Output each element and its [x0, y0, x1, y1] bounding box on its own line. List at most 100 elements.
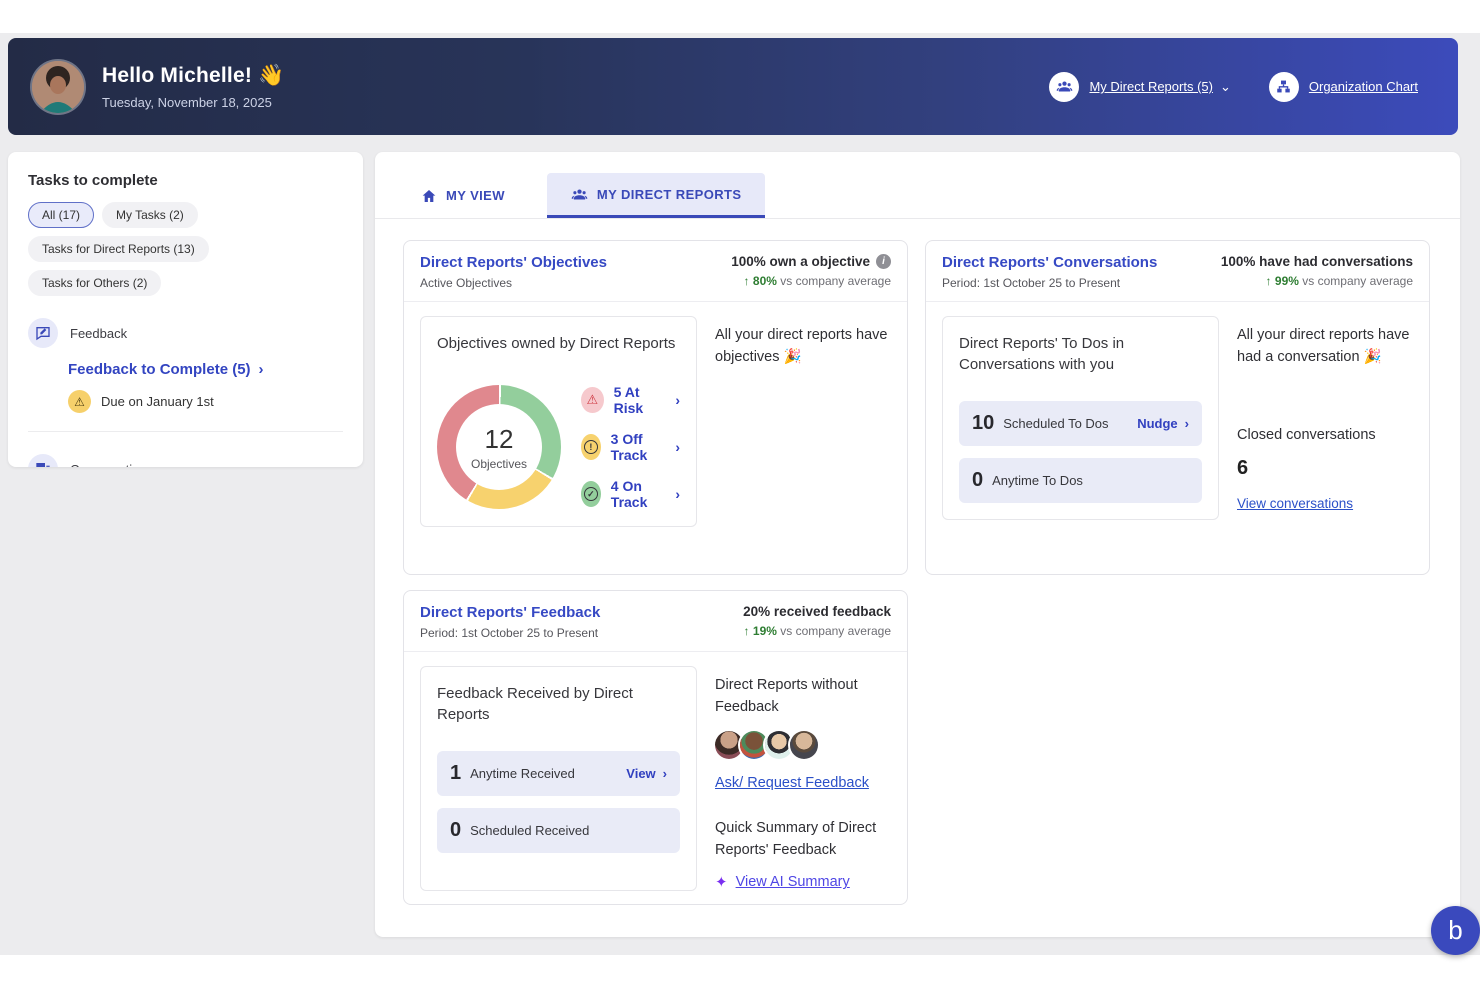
greeting-text: Hello Michelle! 👋: [102, 64, 284, 88]
tasks-title: Tasks to complete: [28, 172, 343, 189]
sparkle-icon: ✦: [715, 873, 728, 891]
avatar-image: [32, 61, 84, 113]
todos-panel-title: Direct Reports' To Dos in Conversations …: [959, 333, 1202, 375]
nudge-button[interactable]: Nudge ›: [1137, 416, 1189, 431]
feedback-delta-suffix: vs company average: [780, 624, 891, 638]
chevron-right-icon: ›: [675, 486, 680, 502]
on-track-label: 4 On Track: [611, 478, 666, 510]
feedback-icon: [28, 318, 58, 348]
direct-reports-avatars: [715, 731, 891, 759]
feedback-due-row: ⚠ Due on January 1st: [68, 390, 343, 413]
arrow-up-icon: ↑: [744, 624, 750, 638]
chip-all[interactable]: All (17): [28, 202, 94, 228]
conversations-stat-text: 100% have had conversations: [1221, 254, 1413, 269]
view-label: View: [626, 766, 655, 781]
feedback-stat-text: 20% received feedback: [743, 604, 891, 619]
at-risk-icon: ⚠: [581, 387, 604, 413]
objectives-donut-chart[interactable]: 12 Objectives: [437, 385, 561, 509]
avatar[interactable]: [715, 731, 743, 759]
user-avatar[interactable]: [32, 61, 84, 113]
objectives-card-subtitle: Active Objectives: [420, 276, 607, 290]
legend-off-track[interactable]: ! 3 Off Track ›: [581, 431, 680, 463]
off-track-icon: !: [581, 434, 601, 460]
top-header: Hello Michelle! 👋 Tuesday, November 18, …: [8, 38, 1458, 135]
quick-summary-title: Quick Summary of Direct Reports' Feedbac…: [715, 818, 891, 862]
objectives-card: Direct Reports' Objectives Active Object…: [403, 240, 908, 575]
feedback-panel-title: Feedback Received by Direct Reports: [437, 683, 680, 725]
conversations-delta-suffix: vs company average: [1302, 274, 1413, 288]
feedback-card-title[interactable]: Direct Reports' Feedback: [420, 604, 600, 621]
organization-chart-link[interactable]: Organization Chart: [1269, 72, 1418, 102]
conversations-task-group: Conversations Conversations to Close (12…: [28, 454, 343, 467]
objectives-stat-text: 100% own a objective: [731, 254, 870, 269]
legend-at-risk[interactable]: ⚠ 5 At Risk ›: [581, 384, 680, 416]
view-conversations-link[interactable]: View conversations: [1237, 496, 1353, 511]
objectives-panel-title: Objectives owned by Direct Reports: [437, 333, 680, 354]
people-icon: [1049, 72, 1079, 102]
feedback-delta-value: 19%: [753, 624, 777, 638]
closed-conversations-label: Closed conversations: [1237, 427, 1413, 443]
conversations-group-label: Conversations: [70, 462, 153, 468]
main-panel: MY VIEW MY DIRECT REPORTS Direct Reports…: [375, 152, 1460, 937]
scheduled-todos-count: 10: [972, 412, 994, 435]
scheduled-received-count: 0: [450, 819, 461, 842]
arrow-up-icon: ↑: [1266, 274, 1272, 288]
avatar[interactable]: [790, 731, 818, 759]
scheduled-received-label: Scheduled Received: [470, 823, 589, 838]
tasks-sidebar: Tasks to complete All (17) My Tasks (2) …: [8, 152, 363, 467]
avatar[interactable]: [765, 731, 793, 759]
my-direct-reports-menu[interactable]: My Direct Reports (5) ⌄: [1049, 72, 1230, 102]
warning-icon: ⚠: [68, 390, 91, 413]
view-button[interactable]: View ›: [626, 766, 667, 781]
feedback-task-group: Feedback Feedback to Complete (5) › ⚠ Du…: [28, 318, 343, 432]
chevron-right-icon: ›: [663, 766, 667, 781]
view-tabs: MY VIEW MY DIRECT REPORTS: [403, 173, 1460, 218]
date-text: Tuesday, November 18, 2025: [102, 95, 284, 110]
avatar[interactable]: [740, 731, 768, 759]
objectives-card-title[interactable]: Direct Reports' Objectives: [420, 254, 607, 271]
conversations-card-title[interactable]: Direct Reports' Conversations: [942, 254, 1157, 271]
scheduled-todos-row[interactable]: 10 Scheduled To Dos Nudge ›: [959, 401, 1202, 446]
bob-logo-button[interactable]: b: [1431, 906, 1480, 955]
organization-chart-label: Organization Chart: [1309, 79, 1418, 94]
objectives-message: All your direct reports have objectives …: [715, 324, 891, 369]
feedback-due-text: Due on January 1st: [101, 394, 214, 409]
task-filter-chips: All (17) My Tasks (2) Tasks for Direct R…: [28, 202, 343, 296]
objectives-delta-value: 80%: [753, 274, 777, 288]
off-track-label: 3 Off Track: [611, 431, 666, 463]
conversations-card: Direct Reports' Conversations Period: 1s…: [925, 240, 1430, 575]
at-risk-label: 5 At Risk: [614, 384, 666, 416]
caret-down-icon: ⌄: [1220, 79, 1231, 95]
feedback-group-label: Feedback: [70, 326, 127, 341]
objectives-delta-suffix: vs company average: [780, 274, 891, 288]
donut-total-label: Objectives: [471, 457, 527, 471]
feedback-to-complete-link[interactable]: Feedback to Complete (5) ›: [68, 361, 343, 378]
conversations-icon: [28, 454, 58, 467]
info-icon[interactable]: i: [876, 254, 891, 269]
feedback-card-subtitle: Period: 1st October 25 to Present: [420, 626, 600, 640]
anytime-received-row[interactable]: 1 Anytime Received View ›: [437, 751, 680, 796]
chip-tasks-direct-reports[interactable]: Tasks for Direct Reports (13): [28, 236, 209, 262]
conversations-message: All your direct reports have had a conve…: [1237, 324, 1413, 369]
chip-tasks-others[interactable]: Tasks for Others (2): [28, 270, 161, 296]
chevron-right-icon: ›: [1185, 416, 1189, 431]
without-feedback-title: Direct Reports without Feedback: [715, 674, 891, 719]
divider: [375, 218, 1460, 219]
tab-my-direct-reports[interactable]: MY DIRECT REPORTS: [547, 173, 766, 218]
tab-my-view[interactable]: MY VIEW: [403, 173, 523, 218]
view-ai-summary-link[interactable]: View AI Summary: [736, 874, 850, 890]
scheduled-received-row[interactable]: 0 Scheduled Received: [437, 808, 680, 853]
anytime-todos-label: Anytime To Dos: [992, 473, 1083, 488]
home-icon: [421, 188, 437, 204]
anytime-todos-row[interactable]: 0 Anytime To Dos: [959, 458, 1202, 503]
legend-on-track[interactable]: ✓ 4 On Track ›: [581, 478, 680, 510]
conversations-card-subtitle: Period: 1st October 25 to Present: [942, 276, 1157, 290]
anytime-received-count: 1: [450, 762, 461, 785]
chevron-right-icon: ›: [675, 439, 680, 455]
divider: [28, 431, 343, 432]
ask-request-feedback-link[interactable]: Ask/ Request Feedback: [715, 775, 869, 791]
feedback-received-panel: Feedback Received by Direct Reports 1 An…: [420, 666, 697, 891]
todos-panel: Direct Reports' To Dos in Conversations …: [942, 316, 1219, 520]
on-track-icon: ✓: [581, 481, 601, 507]
chip-my-tasks[interactable]: My Tasks (2): [102, 202, 198, 228]
